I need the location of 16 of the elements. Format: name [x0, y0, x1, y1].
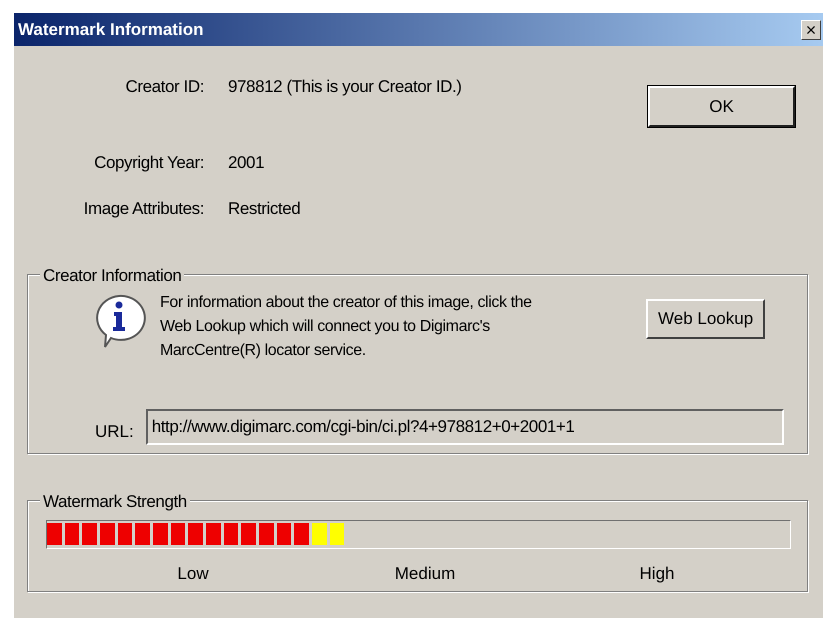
scale-label: Low [176, 562, 210, 584]
field-value: 978812 (This is your Creator ID.) [228, 76, 462, 98]
info-message: For information about the creator of this image, click the Web Lookup which will connect you to Digimarc's MarcCentre(R) locator service. [160, 292, 533, 360]
close-button[interactable]: × [801, 20, 821, 40]
scale-label: High [638, 562, 676, 584]
field-label: Image Attributes: [82, 198, 204, 220]
url-field[interactable]: http://www.digimarc.com/cgi-bin/ci.pl?4+978812+0+2001+1 [146, 408, 784, 444]
field-value: 2001 [228, 152, 264, 174]
field-value: Restricted [228, 198, 300, 220]
ok-button[interactable]: OK [648, 86, 795, 127]
url-label: URL: [95, 420, 134, 443]
scale-label: Medium [394, 562, 456, 584]
web-lookup-button[interactable]: Web Lookup [646, 298, 766, 338]
window-title: Watermark Information [18, 18, 204, 41]
field-label: Copyright Year: [93, 152, 204, 174]
field-label: Creator ID: [124, 76, 204, 98]
